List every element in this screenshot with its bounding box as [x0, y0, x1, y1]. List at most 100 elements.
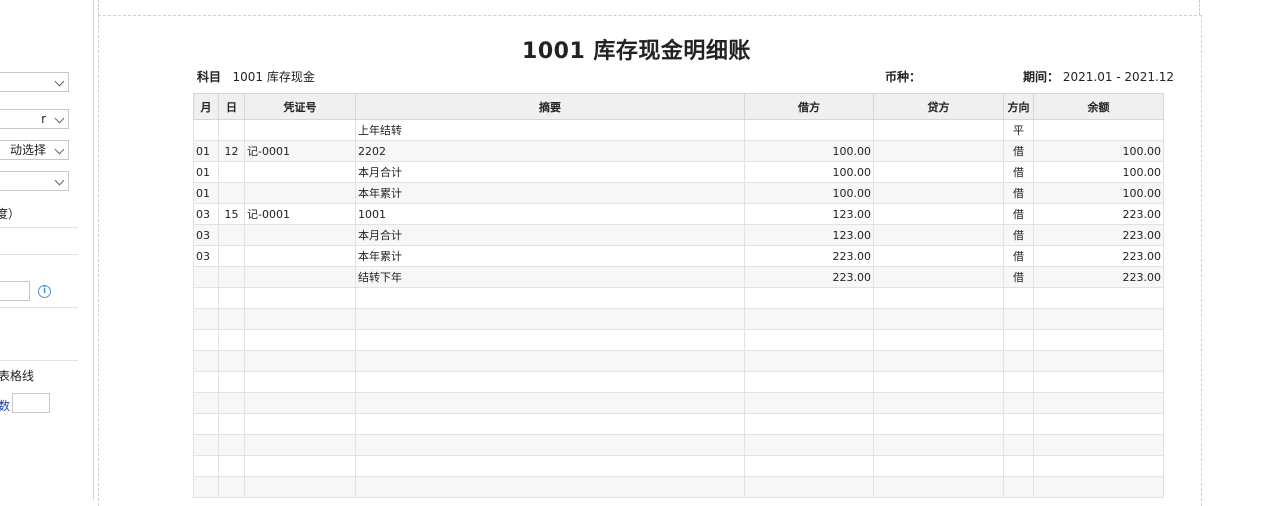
info-icon[interactable]: i: [38, 285, 51, 298]
cell-voucher: [244, 266, 356, 288]
cell-direction: [1003, 371, 1034, 393]
chevron-down-icon: [54, 175, 65, 186]
cell-balance: 223.00: [1033, 224, 1164, 246]
cell-voucher: 记-0001: [244, 140, 356, 162]
subject-info: 科目 1001 库存现金: [197, 68, 315, 85]
cell-credit: [873, 392, 1004, 414]
setting-select-4[interactable]: [0, 171, 69, 191]
cell-month: 01: [193, 182, 219, 204]
cell-summary: 2202: [355, 140, 745, 162]
cell-voucher: [244, 224, 356, 246]
cell-month: [193, 308, 219, 330]
setting-select-1[interactable]: [0, 72, 69, 92]
divider: [0, 360, 78, 361]
cell-debit: 223.00: [744, 245, 874, 267]
cell-month: 03: [193, 203, 219, 225]
print-settings-panel: r 动选择 度） i 表格线 数: [0, 0, 90, 500]
divider: [0, 254, 78, 255]
cell-direction: [1003, 434, 1034, 456]
cell-direction: [1003, 455, 1034, 477]
cell-debit: [744, 308, 874, 330]
cell-month: [193, 371, 219, 393]
cell-direction: [1003, 308, 1034, 330]
cell-summary: [355, 392, 745, 414]
table-row: 03 本年累计 223.00 借 223.00: [193, 245, 1164, 267]
cell-summary: [355, 329, 745, 351]
cell-credit: [873, 182, 1004, 204]
cell-month: 01: [193, 140, 219, 162]
cell-day: [218, 413, 245, 435]
period-value: 2021.01 - 2021.12: [1062, 70, 1175, 84]
cell-voucher: [244, 287, 356, 309]
divider: [0, 307, 78, 308]
col-header-direction: 方向: [1003, 93, 1034, 120]
cell-summary: 本年累计: [355, 245, 745, 267]
table-row: [193, 392, 1164, 414]
setting-select-3-value: 动选择: [9, 143, 46, 157]
cell-balance: [1033, 413, 1164, 435]
table-row: [193, 434, 1164, 456]
cell-month: [193, 434, 219, 456]
cell-debit: [744, 329, 874, 351]
cell-balance: 100.00: [1033, 161, 1164, 183]
cell-credit: [873, 140, 1004, 162]
cell-balance: [1033, 308, 1164, 330]
cell-debit: 123.00: [744, 224, 874, 246]
cell-credit: [873, 224, 1004, 246]
cell-debit: [744, 119, 874, 141]
cell-debit: [744, 455, 874, 477]
cell-summary: [355, 455, 745, 477]
setting-select-2[interactable]: r: [0, 109, 69, 129]
col-header-voucher: 凭证号: [244, 93, 356, 120]
cell-direction: [1003, 392, 1034, 414]
cell-credit: [873, 350, 1004, 372]
table-row: [193, 308, 1164, 330]
cell-balance: 223.00: [1033, 266, 1164, 288]
chevron-down-icon: [54, 76, 65, 87]
cell-credit: [873, 413, 1004, 435]
cell-voucher: [244, 245, 356, 267]
cell-day: [218, 434, 245, 456]
cell-summary: 1001: [355, 203, 745, 225]
table-row: 01 本年累计 100.00 借 100.00: [193, 182, 1164, 204]
cell-direction: [1003, 413, 1034, 435]
cell-credit: [873, 203, 1004, 225]
cell-debit: 100.00: [744, 140, 874, 162]
cell-summary: [355, 308, 745, 330]
col-header-debit: 借方: [744, 93, 874, 120]
setting-input[interactable]: [0, 281, 30, 301]
currency-label: 币种：: [885, 70, 922, 84]
cell-direction: [1003, 329, 1034, 351]
cell-direction: 借: [1003, 161, 1034, 183]
cell-day: [218, 182, 245, 204]
cell-voucher: [244, 350, 356, 372]
cell-direction: 平: [1003, 119, 1034, 141]
cell-voucher: [244, 434, 356, 456]
table-row: [193, 350, 1164, 372]
cell-summary: [355, 371, 745, 393]
cell-day: [218, 245, 245, 267]
period-info: 期间： 2021.01 - 2021.12: [1023, 68, 1174, 85]
cell-day: [218, 161, 245, 183]
table-row: [193, 455, 1164, 477]
cell-direction: 借: [1003, 203, 1034, 225]
table-row: 03 本月合计 123.00 借 223.00: [193, 224, 1164, 246]
cell-day: 15: [218, 203, 245, 225]
col-header-day: 日: [218, 93, 245, 120]
cell-balance: [1033, 329, 1164, 351]
cell-direction: 借: [1003, 140, 1034, 162]
cell-month: [193, 287, 219, 309]
cell-summary: [355, 350, 745, 372]
cell-month: 03: [193, 224, 219, 246]
setting-select-3[interactable]: 动选择: [0, 140, 69, 160]
cell-credit: [873, 119, 1004, 141]
cell-balance: 223.00: [1033, 245, 1164, 267]
table-row: 01 12 记-0001 2202 100.00 借 100.00: [193, 140, 1164, 162]
cell-month: [193, 119, 219, 141]
setting-select-2-value: r: [41, 112, 46, 126]
cell-balance: [1033, 476, 1164, 498]
setting-number-input[interactable]: [12, 393, 50, 413]
cell-voucher: [244, 371, 356, 393]
cell-balance: [1033, 350, 1164, 372]
cell-balance: [1033, 392, 1164, 414]
